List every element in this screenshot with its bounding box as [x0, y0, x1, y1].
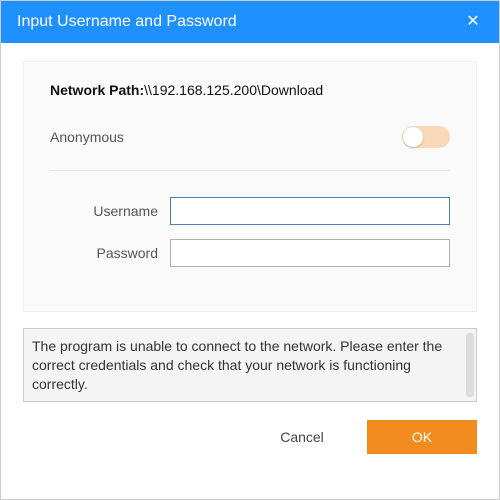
password-row: Password: [50, 239, 450, 267]
credentials-dialog: Input Username and Password ✕ Network Pa…: [0, 0, 500, 500]
dialog-content: Network Path:\\192.168.125.200\Download …: [1, 43, 499, 499]
close-icon[interactable]: ✕: [463, 14, 483, 30]
username-row: Username: [50, 197, 450, 225]
anonymous-row: Anonymous: [50, 126, 450, 148]
form-panel: Network Path:\\192.168.125.200\Download …: [23, 61, 477, 312]
button-row: Cancel OK: [23, 420, 477, 454]
message-scrollbar[interactable]: [466, 333, 474, 397]
username-input[interactable]: [170, 197, 450, 225]
divider: [50, 170, 450, 171]
error-message-text: The program is unable to connect to the …: [32, 338, 442, 392]
ok-button[interactable]: OK: [367, 420, 477, 454]
dialog-title: Input Username and Password: [17, 13, 237, 31]
password-label: Password: [50, 245, 170, 261]
anonymous-toggle[interactable]: [402, 126, 450, 148]
username-label: Username: [50, 203, 170, 219]
network-path-value: \\192.168.125.200\Download: [144, 82, 323, 98]
network-path-row: Network Path:\\192.168.125.200\Download: [50, 82, 450, 98]
password-input[interactable]: [170, 239, 450, 267]
anonymous-label: Anonymous: [50, 129, 124, 145]
cancel-button[interactable]: Cancel: [257, 420, 347, 454]
error-message-box: The program is unable to connect to the …: [23, 328, 477, 402]
toggle-knob: [403, 127, 423, 147]
network-path-label: Network Path:: [50, 82, 144, 98]
titlebar: Input Username and Password ✕: [1, 1, 499, 43]
